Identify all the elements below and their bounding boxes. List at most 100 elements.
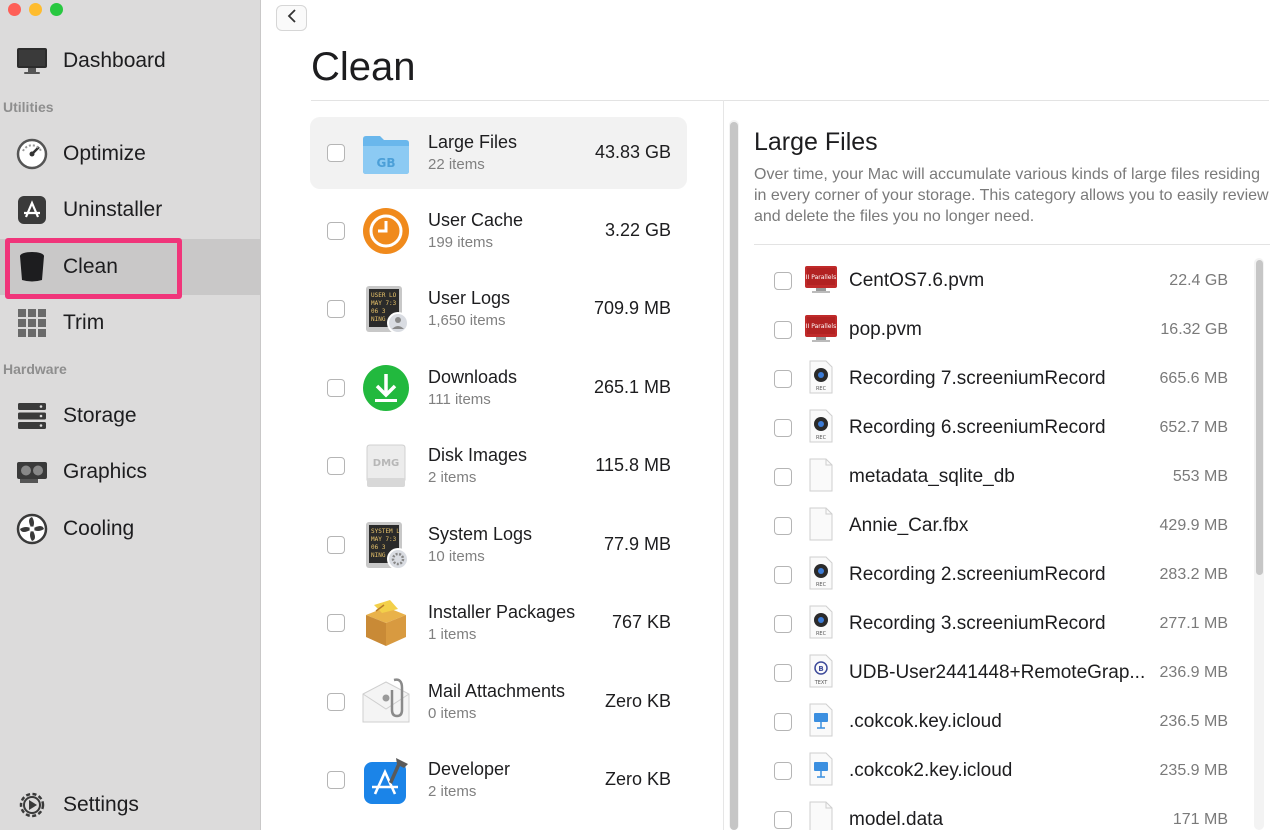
- file-checkbox[interactable]: [774, 566, 792, 584]
- category-item-mail-attachments[interactable]: Mail Attachments 0 items Zero KB: [310, 666, 687, 738]
- svg-text:MAY 7:3: MAY 7:3: [371, 536, 397, 543]
- category-item-system-logs[interactable]: SYSTEM L MAY 7:3 06 3 NING System Logs 10 i…: [310, 509, 687, 581]
- mail-attachment-icon: [360, 676, 412, 728]
- file-row[interactable]: metadata_sqlite_db 553 MB: [754, 452, 1238, 501]
- svg-text:SYSTEM L: SYSTEM L: [371, 528, 400, 535]
- category-name: User Cache: [428, 210, 524, 230]
- category-name: Installer Packages: [428, 602, 576, 622]
- sidebar-item-storage[interactable]: Storage: [0, 388, 261, 444]
- file-row[interactable]: REC Recording 3.screeniumRecord 277.1 MB: [754, 599, 1238, 648]
- zoom-window-button[interactable]: [50, 3, 63, 16]
- file-name: Recording 2.screeniumRecord: [849, 564, 1106, 585]
- category-item-user-cache[interactable]: User Cache 199 items 3.22 GB: [310, 195, 687, 267]
- package-icon: [360, 597, 412, 649]
- file-checkbox[interactable]: [774, 321, 792, 339]
- category-count: 22 items: [428, 156, 485, 173]
- monitor-icon: [15, 45, 48, 78]
- divider: [311, 100, 1269, 101]
- file-size: 171 MB: [1172, 811, 1228, 828]
- gear-icon: [15, 789, 48, 822]
- back-button[interactable]: [276, 5, 307, 31]
- file-scrollbar-thumb[interactable]: [1256, 260, 1263, 575]
- category-checkbox[interactable]: [327, 693, 345, 711]
- sidebar-item-graphics[interactable]: Graphics: [0, 444, 261, 500]
- file-checkbox[interactable]: [774, 664, 792, 682]
- category-item-user-logs[interactable]: USER LO MAY 7:3 06 3 NING User Logs 1,650 i…: [310, 273, 687, 345]
- file-row[interactable]: .cokcok.key.icloud 236.5 MB: [754, 697, 1238, 746]
- file-row[interactable]: Annie_Car.fbx 429.9 MB: [754, 501, 1238, 550]
- sidebar: Dashboard Utilities Optimize Uninstaller…: [0, 0, 261, 830]
- file-checkbox[interactable]: [774, 615, 792, 633]
- file-row[interactable]: .cokcok2.key.icloud 235.9 MB: [754, 746, 1238, 795]
- section-label-utilities: Utilities: [3, 99, 54, 115]
- category-size: Zero KB: [604, 691, 671, 711]
- svg-text:B: B: [818, 665, 823, 673]
- minimize-window-button[interactable]: [29, 3, 42, 16]
- file-checkbox[interactable]: [774, 370, 792, 388]
- file-checkbox[interactable]: [774, 762, 792, 780]
- file-checkbox[interactable]: [774, 517, 792, 535]
- category-item-disk-images[interactable]: DMG Disk Images 2 items 115.8 MB: [310, 430, 687, 502]
- sidebar-item-settings[interactable]: Settings: [0, 777, 261, 830]
- rec-icon: REC: [804, 409, 838, 443]
- file-row[interactable]: REC Recording 2.screeniumRecord 283.2 MB: [754, 550, 1238, 599]
- sidebar-item-trim[interactable]: Trim: [0, 295, 261, 351]
- category-checkbox[interactable]: [327, 222, 345, 240]
- file-checkbox[interactable]: [774, 419, 792, 437]
- category-count: 10 items: [428, 548, 485, 565]
- blank-file-icon: [804, 801, 838, 830]
- storage-drive-icon: [15, 400, 48, 433]
- sidebar-item-label: Graphics: [63, 460, 148, 483]
- category-item-developer[interactable]: Developer 2 items Zero KB: [310, 744, 687, 816]
- section-label-hardware: Hardware: [3, 361, 67, 377]
- category-checkbox[interactable]: [327, 300, 345, 318]
- log-user-icon: USER LO MAY 7:3 06 3 NING: [360, 283, 412, 335]
- sidebar-item-optimize[interactable]: Optimize: [0, 126, 261, 182]
- file-size: 283.2 MB: [1159, 566, 1228, 583]
- sidebar-item-label: Settings: [63, 793, 139, 816]
- svg-text:II Parallels: II Parallels: [806, 323, 836, 330]
- category-item-large-files[interactable]: GB Large Files 22 items 43.83 GB: [310, 117, 687, 189]
- dmg-icon: DMG: [360, 440, 412, 492]
- svg-text:II Parallels: II Parallels: [806, 274, 836, 281]
- category-item-downloads[interactable]: Downloads 111 items 265.1 MB: [310, 352, 687, 424]
- file-row[interactable]: II Parallels CentOS7.6.pvm 22.4 GB: [754, 256, 1238, 305]
- file-row[interactable]: B TEXT UDB-User2441448+RemoteGrap... 236.…: [754, 648, 1238, 697]
- file-checkbox[interactable]: [774, 468, 792, 486]
- category-name: Mail Attachments: [428, 681, 566, 701]
- category-size: 77.9 MB: [603, 534, 671, 554]
- sidebar-item-label: Dashboard: [63, 49, 166, 72]
- category-item-installer-packages[interactable]: Installer Packages 1 items 767 KB: [310, 587, 687, 659]
- divider: [754, 244, 1270, 245]
- file-size: 236.5 MB: [1159, 713, 1228, 730]
- close-window-button[interactable]: [8, 3, 21, 16]
- sidebar-item-label: Uninstaller: [63, 198, 163, 221]
- category-size: 43.83 GB: [594, 142, 671, 162]
- category-checkbox[interactable]: [327, 771, 345, 789]
- file-row[interactable]: REC Recording 6.screeniumRecord 652.7 MB: [754, 403, 1238, 452]
- file-row[interactable]: II Parallels pop.pvm 16.32 GB: [754, 305, 1238, 354]
- sidebar-item-uninstaller[interactable]: Uninstaller: [0, 182, 261, 238]
- category-count: 199 items: [428, 234, 494, 251]
- file-checkbox[interactable]: [774, 713, 792, 731]
- file-row[interactable]: model.data 171 MB: [754, 795, 1238, 830]
- graphics-card-icon: [15, 456, 48, 489]
- sidebar-item-dashboard[interactable]: Dashboard: [0, 33, 261, 89]
- category-checkbox[interactable]: [327, 144, 345, 162]
- category-checkbox[interactable]: [327, 536, 345, 554]
- category-name: Downloads: [428, 367, 518, 387]
- file-name: UDB-User2441448+RemoteGrap...: [849, 662, 1146, 683]
- file-checkbox[interactable]: [774, 272, 792, 290]
- file-name: CentOS7.6.pvm: [849, 270, 985, 291]
- detail-description: Over time, your Mac will accumulate vari…: [754, 166, 1269, 225]
- category-checkbox[interactable]: [327, 457, 345, 475]
- gauge-icon: [15, 138, 48, 171]
- category-checkbox[interactable]: [327, 379, 345, 397]
- category-checkbox[interactable]: [327, 614, 345, 632]
- sidebar-item-cooling[interactable]: Cooling: [0, 501, 261, 557]
- file-row[interactable]: REC Recording 7.screeniumRecord 665.6 MB: [754, 354, 1238, 403]
- category-count: 111 items: [428, 391, 491, 408]
- category-size: 265.1 MB: [593, 377, 671, 397]
- file-checkbox[interactable]: [774, 811, 792, 829]
- category-scrollbar-thumb[interactable]: [730, 122, 738, 830]
